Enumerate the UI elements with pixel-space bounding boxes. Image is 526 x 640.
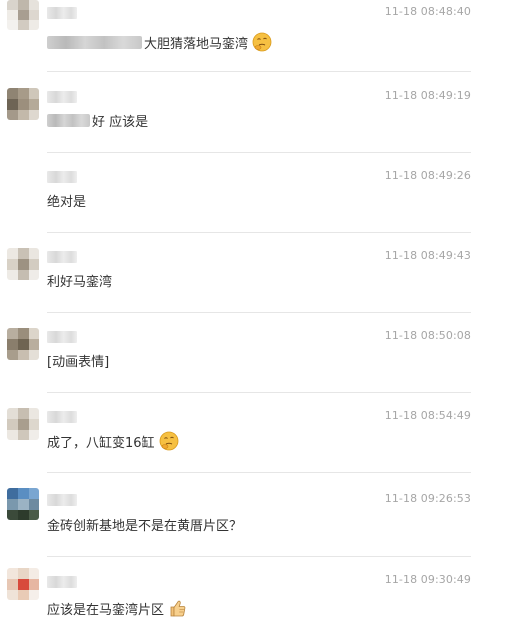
- avatar[interactable]: [7, 488, 39, 520]
- avatar[interactable]: [7, 328, 39, 360]
- message-timestamp: 11-18 09:26:53: [384, 492, 471, 505]
- sender-name-redacted: [47, 171, 77, 183]
- message-text[interactable]: 金砖创新基地是不是在黄厝片区？: [47, 515, 242, 534]
- message-text[interactable]: 利好马銮湾: [47, 271, 112, 290]
- message-divider: [47, 71, 471, 72]
- chat-message: 11-18 08:49:26 绝对是: [0, 160, 526, 240]
- message-text[interactable]: 成了，八缸变16缸: [47, 431, 179, 451]
- thinking-emoji-icon: [252, 32, 272, 52]
- message-text-label: 大胆猜落地马銮湾: [144, 36, 249, 52]
- message-timestamp: 11-18 08:48:40: [384, 5, 471, 18]
- chat-message: 11-18 08:49:43 利好马銮湾: [0, 240, 526, 320]
- chat-message: 11-18 08:54:49 成了，八缸变16缸: [0, 400, 526, 480]
- chat-message: 11-18 08:49:19 好 应该是: [0, 80, 526, 160]
- message-text-label: 绝对是: [47, 195, 87, 210]
- message-timestamp: 11-18 08:49:43: [384, 249, 471, 262]
- sender-name-redacted: [47, 7, 77, 19]
- sender-name-redacted: [47, 91, 77, 103]
- redacted-text: [47, 114, 90, 127]
- message-text-label: 成了，八缸变16缸: [47, 435, 155, 451]
- message-timestamp: 11-18 08:49:26: [384, 169, 471, 182]
- message-text[interactable]: [动画表情]: [47, 351, 109, 370]
- thinking-emoji-icon: [159, 431, 178, 451]
- message-text-label: 利好马銮湾: [47, 275, 113, 290]
- thumbs-up-icon: [170, 600, 186, 617]
- sender-name-redacted: [47, 576, 77, 588]
- message-text-label: 好 应该是: [92, 115, 149, 130]
- message-text-label: 应该是在马銮湾片区: [47, 602, 165, 618]
- chat-message: 11-18 08:50:08 [动画表情]: [0, 320, 526, 400]
- redacted-text: [47, 35, 142, 49]
- message-text[interactable]: 应该是在马銮湾片区: [47, 598, 188, 618]
- avatar[interactable]: [7, 0, 39, 30]
- message-text[interactable]: 好 应该是: [47, 111, 148, 130]
- message-text[interactable]: 大胆猜落地马銮湾: [47, 32, 272, 52]
- message-divider: [47, 312, 471, 313]
- avatar[interactable]: [7, 408, 39, 440]
- message-divider: [47, 392, 471, 393]
- message-timestamp: 11-18 09:30:49: [384, 573, 471, 586]
- message-text-label: 金砖创新基地是不是在黄厝片区？: [47, 519, 243, 534]
- message-timestamp: 11-18 08:50:08: [384, 329, 471, 342]
- chat-message-list: 11-18 08:48:40 大胆猜落地马銮湾 11-18 08:49:19 好…: [0, 0, 526, 625]
- chat-message: 11-18 08:48:40 大胆猜落地马銮湾: [0, 0, 526, 80]
- avatar[interactable]: [7, 88, 39, 120]
- sender-name-redacted: [47, 251, 77, 263]
- sender-name-redacted: [47, 494, 77, 506]
- message-text[interactable]: 绝对是: [47, 191, 86, 210]
- message-timestamp: 11-18 08:54:49: [384, 409, 471, 422]
- chat-message: 11-18 09:26:53 金砖创新基地是不是在黄厝片区？: [0, 480, 526, 560]
- sender-name-redacted: [47, 331, 77, 343]
- message-divider: [47, 152, 471, 153]
- message-divider: [47, 556, 471, 557]
- message-timestamp: 11-18 08:49:19: [384, 89, 471, 102]
- avatar[interactable]: [7, 568, 39, 600]
- message-divider: [47, 472, 471, 473]
- avatar[interactable]: [7, 248, 39, 280]
- sender-name-redacted: [47, 411, 77, 423]
- message-text-label: [动画表情]: [47, 355, 110, 370]
- chat-message: 11-18 09:30:49 应该是在马銮湾片区: [0, 560, 526, 640]
- message-divider: [47, 232, 471, 233]
